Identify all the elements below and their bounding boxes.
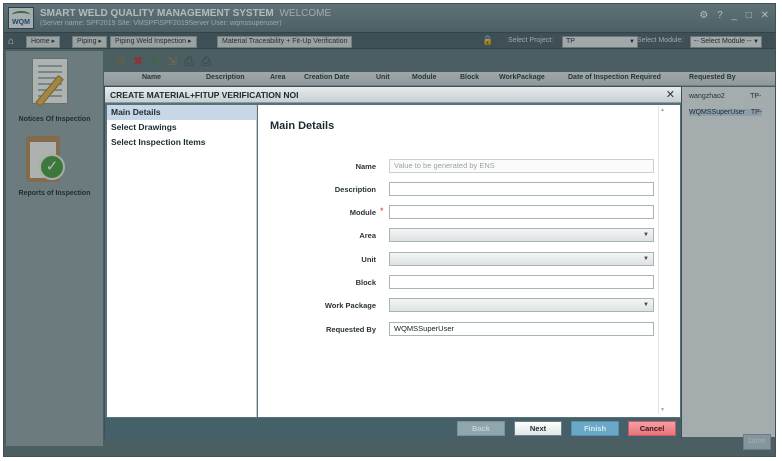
work-package-select[interactable]: ▼ <box>389 298 654 312</box>
dialog-footer: Back Next Finish Cancel <box>105 418 681 439</box>
step-select-drawings[interactable]: Select Drawings <box>107 120 256 135</box>
app-window: WQM SMART WELD QUALITY MANAGEMENT SYSTEM… <box>3 3 776 457</box>
content-title: Main Details <box>270 120 335 132</box>
chevron-down-icon: ▼ <box>643 232 649 238</box>
dialog-title: CREATE MATERIAL+FITUP VERIFICATION NOI <box>110 90 299 100</box>
step-select-inspection-items[interactable]: Select Inspection Items <box>107 135 256 150</box>
finish-button[interactable]: Finish <box>571 421 619 436</box>
unit-label: Unit <box>361 255 376 264</box>
wizard-steps: Main Details Select Drawings Select Insp… <box>107 105 257 417</box>
dialog-header: CREATE MATERIAL+FITUP VERIFICATION NOI ✕ <box>105 87 681 103</box>
required-marker: * <box>380 206 384 216</box>
block-label: Block <box>355 278 376 287</box>
chevron-down-icon: ▼ <box>643 256 649 262</box>
close-icon[interactable]: ✕ <box>666 88 675 101</box>
description-field[interactable] <box>389 182 654 196</box>
content-scrollbar[interactable]: ▲ ▼ <box>658 106 668 414</box>
next-button[interactable]: Next <box>514 421 562 436</box>
chevron-down-icon: ▼ <box>643 302 649 308</box>
requested-by-label: Requested By <box>325 325 376 334</box>
cancel-button[interactable]: Cancel <box>628 421 676 436</box>
block-field[interactable] <box>389 275 654 289</box>
unit-select[interactable]: ▼ <box>389 252 654 266</box>
name-label: Name <box>355 162 376 171</box>
wizard-content: Main Details Name Value to be generated … <box>258 105 680 417</box>
step-main-details[interactable]: Main Details <box>107 105 256 120</box>
name-field: Value to be generated by ENS <box>389 159 654 173</box>
module-label: Module <box>349 208 376 217</box>
area-label: Area <box>359 231 376 240</box>
description-label: Description <box>334 185 376 194</box>
area-select[interactable]: ▼ <box>389 228 654 242</box>
work-package-label: Work Package <box>324 301 376 310</box>
requested-by-field[interactable]: WQMSSuperUser <box>389 322 654 336</box>
create-noi-dialog: CREATE MATERIAL+FITUP VERIFICATION NOI ✕… <box>104 86 682 439</box>
back-button[interactable]: Back <box>457 421 505 436</box>
scroll-down-icon[interactable]: ▼ <box>660 407 665 413</box>
scroll-up-icon[interactable]: ▲ <box>660 107 665 113</box>
module-field[interactable] <box>389 205 654 219</box>
